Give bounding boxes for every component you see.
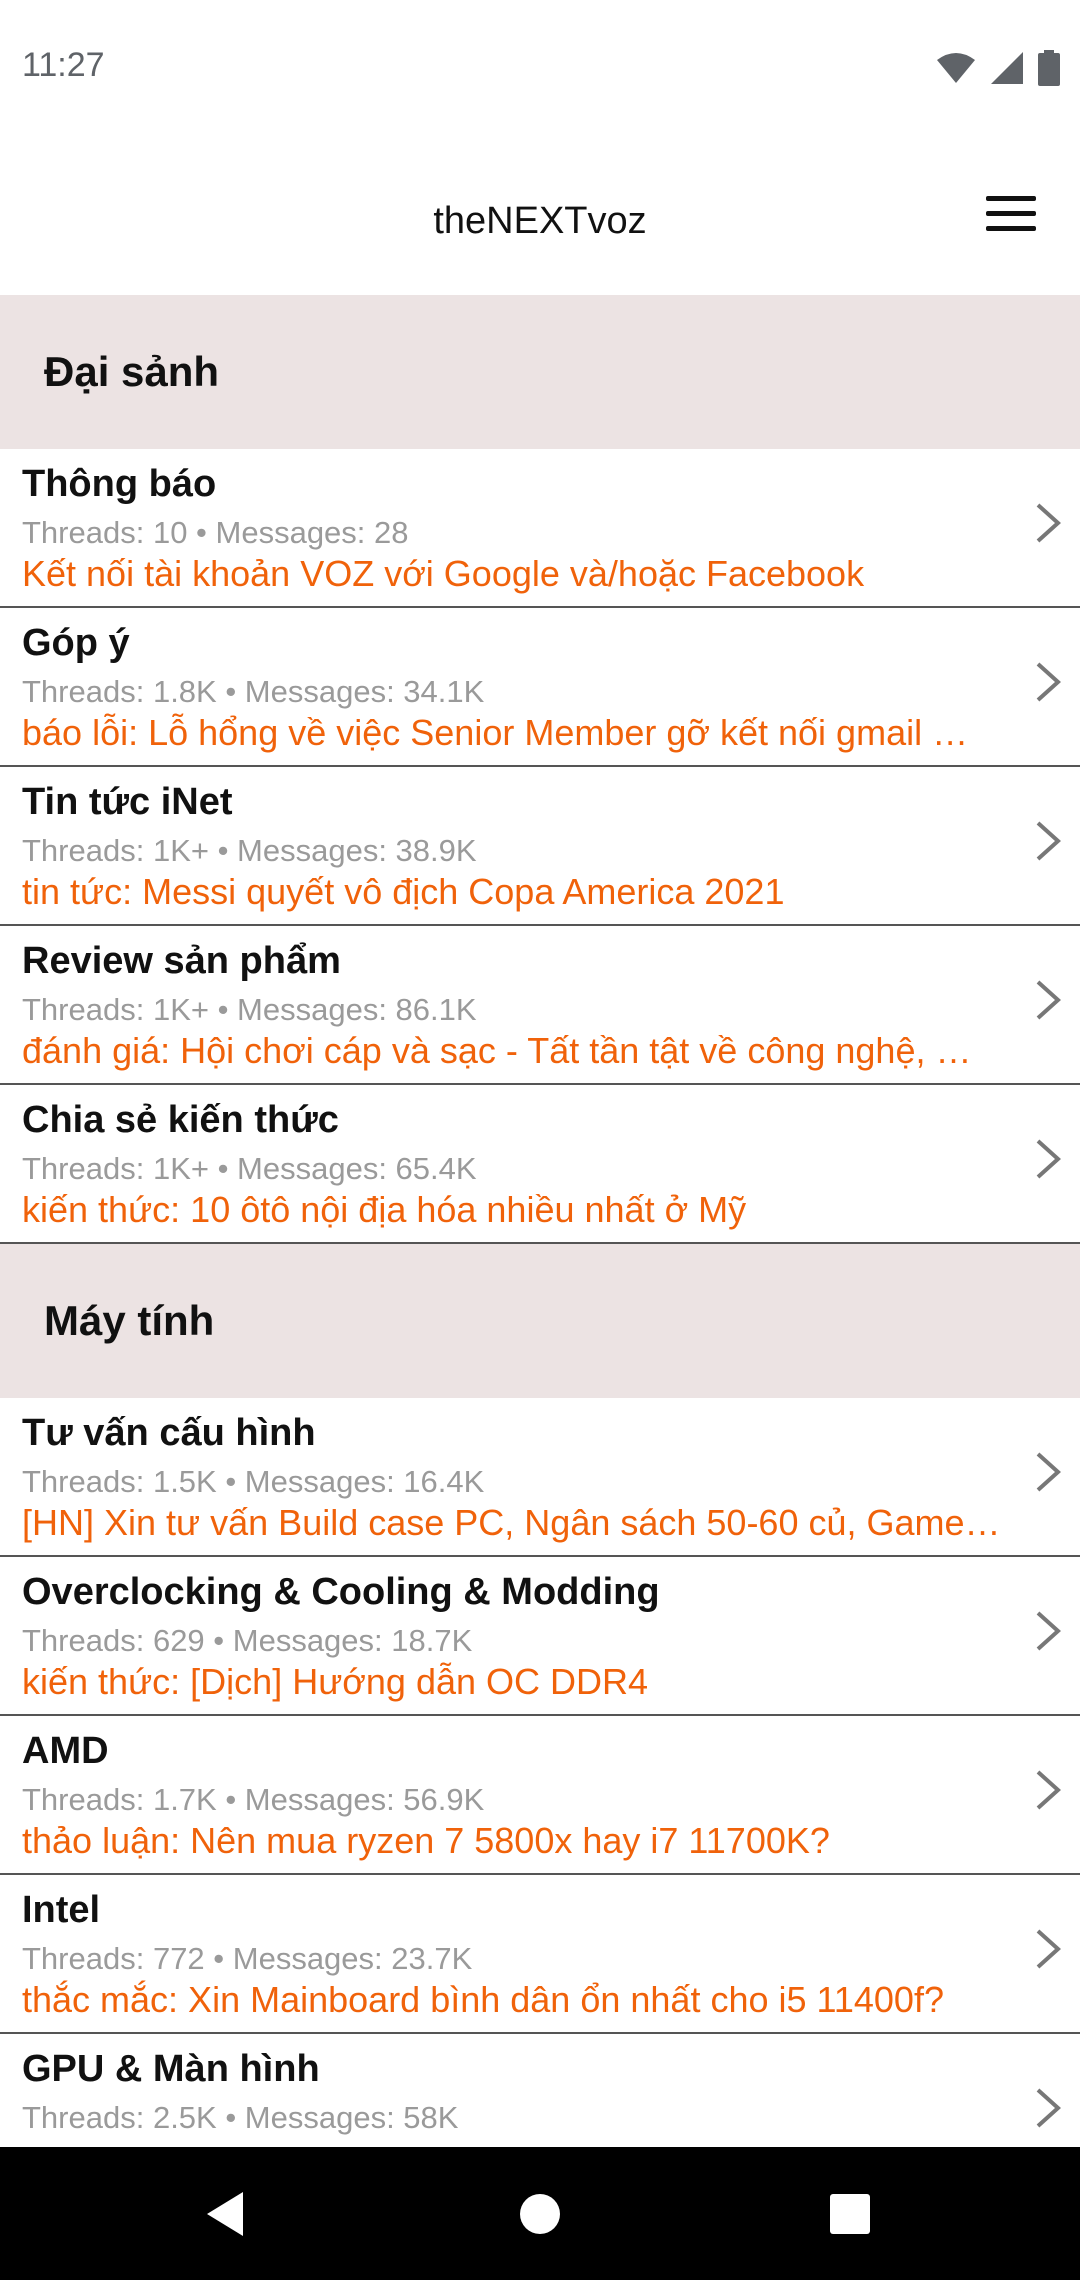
forum-latest-thread[interactable]: kiến thức: 10 ôtô nội địa hóa nhiều nhất… (22, 1189, 1032, 1231)
forum-latest-thread[interactable]: thắc mắc: Xin Mainboard bình dân ổn nhất… (22, 1979, 1032, 2021)
back-icon[interactable] (165, 2147, 285, 2280)
signal-icon (991, 52, 1023, 84)
forum-name: Tin tức iNet (22, 781, 233, 823)
forum-stats: Threads: 2.5K • Messages: 58K (22, 2100, 459, 2135)
forum-list: Đại sảnh Thông báo Threads: 10 • Message… (0, 295, 1080, 2147)
chevron-right-icon (1036, 980, 1061, 1020)
forum-latest-thread[interactable]: kiến thức: [Dịch] Hướng dẫn OC DDR4 (22, 1661, 1032, 1703)
forum-latest-thread[interactable]: đánh giá: Hội chơi cáp và sạc - Tất tần … (22, 1030, 1032, 1072)
forum-name: Chia sẻ kiến thức (22, 1099, 339, 1141)
section-title: Máy tính (44, 1297, 215, 1344)
chevron-right-icon (1036, 1929, 1061, 1969)
forum-name: GPU & Màn hình (22, 2048, 320, 2090)
section-header: Máy tính (0, 1244, 1080, 1398)
forum-latest-thread[interactable]: [HN] Xin tư vấn Build case PC, Ngân sách… (22, 1502, 1032, 1544)
chevron-right-icon (1036, 1611, 1061, 1651)
forum-name: Intel (22, 1889, 101, 1931)
system-nav-bar (0, 2147, 1080, 2280)
forum-name: Tư vấn cấu hình (22, 1412, 316, 1454)
forum-row-intel[interactable]: Intel Threads: 772 • Messages: 23.7K thắ… (0, 1875, 1080, 2034)
battery-icon (1038, 50, 1060, 86)
forum-name: AMD (22, 1730, 109, 1772)
forum-row-gop-y[interactable]: Góp ý Threads: 1.8K • Messages: 34.1K bá… (0, 608, 1080, 767)
app-bar: theNEXTvoz (0, 138, 1080, 295)
forum-row-gpu-man-hinh[interactable]: GPU & Màn hình Threads: 2.5K • Messages:… (0, 2034, 1080, 2147)
section-title: Đại sảnh (44, 348, 220, 395)
forum-row-overclocking[interactable]: Overclocking & Cooling & Modding Threads… (0, 1557, 1080, 1716)
chevron-right-icon (1036, 1452, 1061, 1492)
forum-row-tin-tuc-inet[interactable]: Tin tức iNet Threads: 1K+ • Messages: 38… (0, 767, 1080, 926)
forum-stats: Threads: 1K+ • Messages: 38.9K (22, 833, 477, 868)
forum-latest-thread[interactable]: thảo luận: Nên mua ryzen 7 5800x hay i7 … (22, 1820, 1032, 1862)
chevron-right-icon (1036, 503, 1061, 543)
screen: 11:27 theNEXTvoz Đại sảnh Thông báo Thre… (0, 0, 1080, 2280)
forum-row-thong-bao[interactable]: Thông báo Threads: 10 • Messages: 28 Kết… (0, 449, 1080, 608)
hamburger-menu-icon[interactable] (984, 190, 1040, 238)
forum-row-tu-van-cau-hinh[interactable]: Tư vấn cấu hình Threads: 1.5K • Messages… (0, 1398, 1080, 1557)
forum-stats: Threads: 1.7K • Messages: 56.9K (22, 1782, 485, 1817)
status-time: 11:27 (22, 46, 105, 84)
forum-name: Review sản phẩm (22, 940, 341, 982)
chevron-right-icon (1036, 662, 1061, 702)
section-header: Đại sảnh (0, 295, 1080, 449)
forum-stats: Threads: 629 • Messages: 18.7K (22, 1623, 473, 1658)
home-icon[interactable] (480, 2147, 600, 2280)
forum-latest-thread[interactable]: Kết nối tài khoản VOZ với Google và/hoặc… (22, 553, 1032, 595)
chevron-right-icon (1036, 1770, 1061, 1810)
forum-stats: Threads: 1K+ • Messages: 86.1K (22, 992, 477, 1027)
chevron-right-icon (1036, 821, 1061, 861)
forum-row-chia-se-kien-thuc[interactable]: Chia sẻ kiến thức Threads: 1K+ • Message… (0, 1085, 1080, 1244)
wifi-icon (937, 53, 975, 83)
app-title: theNEXTvoz (433, 200, 647, 242)
forum-row-review-san-pham[interactable]: Review sản phẩm Threads: 1K+ • Messages:… (0, 926, 1080, 1085)
forum-stats: Threads: 1.5K • Messages: 16.4K (22, 1464, 485, 1499)
forum-name: Góp ý (22, 622, 130, 664)
forum-latest-thread[interactable]: tin tức: Messi quyết vô địch Copa Americ… (22, 871, 1032, 913)
forum-latest-thread[interactable]: báo lỗi: Lỗ hổng về việc Senior Member g… (22, 712, 1032, 754)
forum-stats: Threads: 772 • Messages: 23.7K (22, 1941, 473, 1976)
chevron-right-icon (1036, 2088, 1061, 2128)
recents-icon[interactable] (790, 2147, 910, 2280)
status-bar: 11:27 (0, 0, 1080, 138)
forum-name: Thông báo (22, 463, 217, 505)
status-icons (936, 50, 1060, 86)
forum-stats: Threads: 1.8K • Messages: 34.1K (22, 674, 485, 709)
forum-stats: Threads: 10 • Messages: 28 (22, 515, 409, 550)
forum-row-amd[interactable]: AMD Threads: 1.7K • Messages: 56.9K thảo… (0, 1716, 1080, 1875)
forum-name: Overclocking & Cooling & Modding (22, 1571, 660, 1613)
chevron-right-icon (1036, 1139, 1061, 1179)
forum-stats: Threads: 1K+ • Messages: 65.4K (22, 1151, 477, 1186)
